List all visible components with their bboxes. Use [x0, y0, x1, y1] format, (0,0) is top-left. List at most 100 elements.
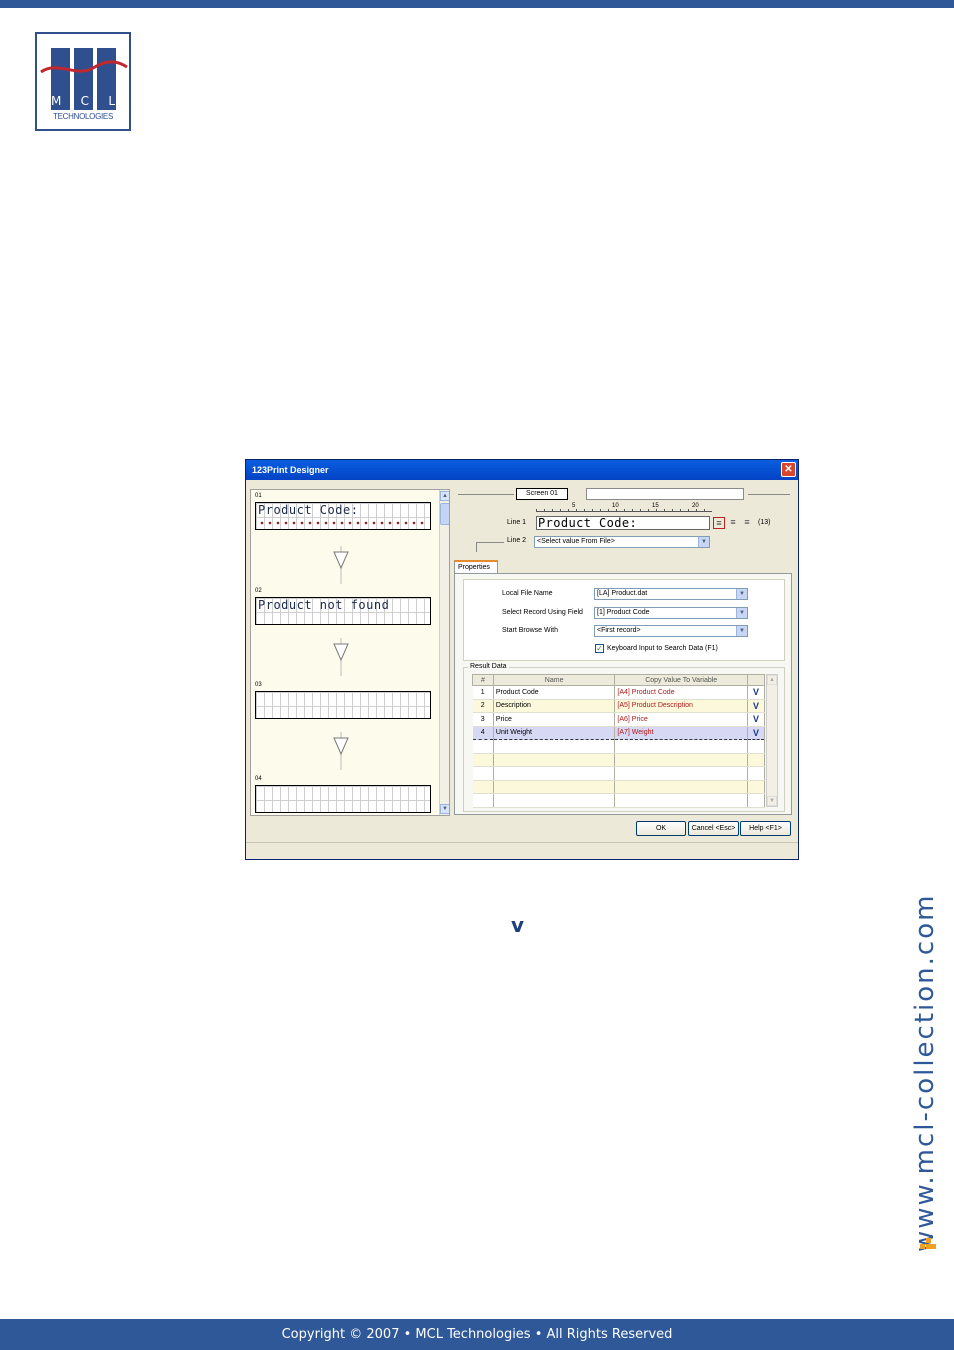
screen-lcd[interactable]: Product Code:	[255, 502, 431, 530]
start-browse-label: Start Browse With	[502, 627, 559, 634]
scroll-up-icon[interactable]: ▲	[767, 675, 777, 685]
website-url: www.mcl-collection.com	[910, 893, 940, 1252]
result-data-table: # Name Copy Value To Variable 1 Product …	[472, 674, 765, 808]
scroll-down-icon[interactable]: ▼	[767, 796, 777, 806]
result-data-group: Result Data # Name Copy Value To Variabl…	[463, 663, 785, 812]
row-number: 4	[472, 725, 494, 740]
row-name: Description	[493, 699, 616, 713]
column-header: Name	[492, 674, 616, 686]
row-variable[interactable]: [A7] Weight	[614, 725, 749, 740]
url-dots-icon	[920, 1238, 936, 1252]
screen-lcd[interactable]	[255, 785, 431, 813]
divider	[476, 542, 504, 543]
cancel-button[interactable]: Cancel <Esc>	[688, 821, 739, 836]
row-number: 1	[472, 685, 494, 700]
logo-letter: M	[51, 94, 62, 108]
screen-number: 04	[255, 776, 262, 782]
logo-letter: C	[80, 94, 90, 108]
ok-button[interactable]: OK	[636, 821, 686, 836]
table-header-row: # Name Copy Value To Variable	[472, 674, 765, 686]
result-data-title: Result Data	[468, 663, 509, 670]
ruler-mark: 15	[652, 503, 659, 509]
start-browse-select[interactable]: <First record> ▼	[594, 625, 748, 637]
help-button[interactable]: Help <F1>	[740, 821, 791, 836]
flow-screen-02[interactable]: 02 Product not found	[253, 588, 433, 625]
select-record-select[interactable]: [1] Product Code ▼	[594, 607, 748, 619]
row-variable[interactable]: [A6] Price	[614, 712, 749, 727]
variable-select-icon[interactable]: V	[747, 725, 765, 740]
screen-number: 02	[255, 588, 262, 594]
screen-flow-panel[interactable]: 01 Product Code: 02 Product not found 03	[250, 489, 450, 816]
footer-copyright: Copyright © 2007 • MCL Technologies • Al…	[0, 1319, 954, 1350]
align-center-icon[interactable]: ≡	[727, 517, 739, 529]
flow-screen-01[interactable]: 01 Product Code:	[253, 493, 433, 535]
table-row[interactable]: 2 Description [A5] Product Description V	[472, 699, 765, 713]
flow-scrollbar[interactable]: ▲ ▼	[439, 490, 449, 815]
local-file-label: Local File Name	[502, 590, 553, 597]
table-row[interactable]: 3 Price [A6] Price V	[472, 712, 765, 727]
logo-subtitle: TECHNOLOGIES	[53, 112, 113, 121]
local-file-select[interactable]: [LA] Product.dat ▼	[594, 588, 748, 600]
lcd-text: Product not found	[258, 598, 390, 612]
chevron-down-icon[interactable]: ▼	[736, 608, 747, 618]
table-row-selected[interactable]: 4 Unit Weight [A7] Weight V	[472, 725, 765, 740]
divider	[476, 542, 477, 552]
flow-screen-03[interactable]: 03	[253, 682, 433, 719]
chevron-down-icon[interactable]: ▼	[698, 537, 709, 547]
empty-row[interactable]	[472, 780, 765, 794]
variable-select-icon[interactable]: V	[747, 712, 765, 727]
column-header: #	[472, 674, 494, 686]
chevron-down-icon[interactable]: ▼	[736, 626, 747, 636]
align-right-icon[interactable]: ≡	[741, 517, 753, 529]
row-variable[interactable]: [A5] Product Description	[614, 699, 749, 713]
line2-label: Line 2	[507, 537, 527, 544]
row-name: Unit Weight	[493, 725, 616, 740]
top-banner-bar	[0, 0, 954, 8]
start-browse-value: <First record>	[597, 627, 641, 634]
flow-screen-04[interactable]: 04	[253, 776, 433, 813]
line1-label: Line 1	[507, 519, 527, 526]
keyboard-input-label: Keyboard Input to Search Data (F1)	[607, 645, 718, 652]
row-name: Price	[493, 712, 616, 727]
screen-number: 01	[255, 493, 262, 499]
ruler-mark: 20	[692, 503, 699, 509]
variable-select-icon[interactable]: V	[747, 699, 765, 713]
line1-char-count: (13)	[758, 519, 771, 526]
table-scrollbar[interactable]: ▲ ▼	[766, 674, 778, 807]
flow-arrow-icon	[333, 546, 349, 584]
ruler-mark: 5	[572, 503, 576, 509]
line2-select-value: <Select value From File>	[537, 538, 615, 545]
screen-name-field[interactable]	[586, 488, 744, 500]
scroll-thumb[interactable]	[440, 503, 449, 525]
scroll-up-icon[interactable]: ▲	[440, 491, 449, 501]
select-record-label: Select Record Using Field	[502, 609, 583, 616]
row-number: 3	[472, 712, 494, 727]
keyboard-input-checkbox[interactable]: ✓	[595, 644, 604, 653]
row-name: Product Code	[493, 685, 616, 700]
close-icon[interactable]: ✕	[781, 462, 796, 477]
screen-editor-pane: Screen 01 5 10 15 20 Line 1 Product Code…	[452, 486, 796, 816]
align-left-icon[interactable]: ≡	[713, 517, 725, 529]
divider	[458, 494, 514, 495]
line1-input[interactable]: Product Code:	[536, 516, 710, 530]
scroll-down-icon[interactable]: ▼	[440, 804, 449, 814]
line2-select[interactable]: <Select value From File> ▼	[534, 536, 710, 548]
row-variable[interactable]: [A4] Product Code	[614, 685, 749, 700]
screen-number: 03	[255, 682, 262, 688]
empty-row[interactable]	[472, 793, 765, 808]
table-row[interactable]: 1 Product Code [A4] Product Code V	[472, 685, 765, 700]
screen-lcd[interactable]: Product not found	[255, 597, 431, 625]
dialog-title: 123Print Designer	[246, 460, 798, 480]
screen-lcd[interactable]	[255, 691, 431, 719]
empty-row[interactable]	[472, 739, 765, 754]
properties-tab-body: Local File Name [LA] Product.dat ▼ Selec…	[454, 573, 792, 815]
status-bar	[246, 842, 798, 859]
chevron-down-icon[interactable]: ▼	[736, 589, 747, 599]
file-properties-group: Local File Name [LA] Product.dat ▼ Selec…	[463, 579, 785, 661]
logo-letter: L	[108, 94, 115, 108]
screen-label: Screen 01	[516, 488, 568, 500]
empty-row[interactable]	[472, 753, 765, 767]
empty-row[interactable]	[472, 766, 765, 781]
variable-select-icon[interactable]: V	[747, 685, 765, 700]
print-designer-dialog: 123Print Designer ✕ 01 Product Code: 02 …	[245, 459, 799, 860]
